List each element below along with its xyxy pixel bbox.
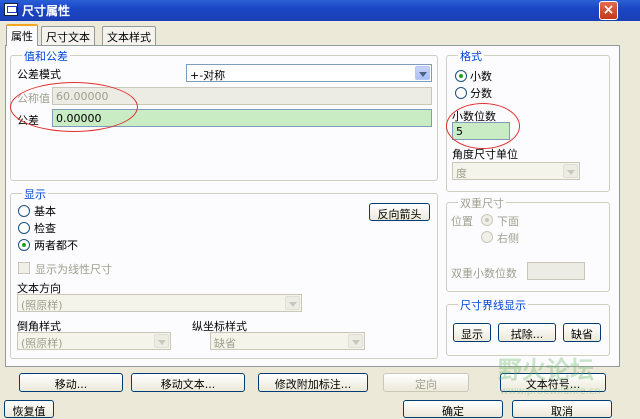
- move-text-button[interactable]: 移动文本...: [131, 373, 245, 392]
- chevron-down-icon[interactable]: [415, 66, 430, 80]
- restore-values-button[interactable]: 恢复值: [4, 400, 54, 418]
- move-button[interactable]: 移动...: [19, 373, 123, 392]
- chevron-down-icon: [154, 334, 169, 348]
- display-legend: 显示: [22, 186, 48, 202]
- angle-unit-select[interactable]: 度: [452, 162, 580, 180]
- fraction-radio[interactable]: [455, 87, 467, 99]
- neither-radio[interactable]: [18, 239, 30, 251]
- watermark-logo-text: 野火论坛: [498, 356, 594, 384]
- tab-properties[interactable]: 属性: [6, 24, 38, 46]
- decimal-radio[interactable]: [455, 70, 467, 82]
- watermark-url: www.proewildfire.cn: [500, 386, 601, 397]
- chamfer-style-value: (照原样): [21, 337, 63, 350]
- nominal-input[interactable]: 60.00000: [52, 87, 432, 105]
- decimal-places-input[interactable]: 5: [452, 122, 510, 140]
- decimal-label: 小数: [470, 70, 492, 83]
- check-radio[interactable]: [18, 222, 30, 234]
- fraction-label: 分数: [470, 87, 492, 100]
- tolerance-mode-label: 公差模式: [17, 68, 61, 81]
- linear-checkbox[interactable]: [18, 262, 30, 274]
- angle-unit-value: 度: [456, 167, 467, 180]
- close-button[interactable]: ×: [599, 1, 618, 20]
- window-icon: [4, 3, 18, 16]
- witness-erase-button[interactable]: 拭除...: [498, 323, 556, 342]
- chevron-down-icon: [285, 296, 300, 310]
- tolerance-input[interactable]: 0.00000: [52, 109, 432, 127]
- right-radio[interactable]: [481, 231, 493, 243]
- chamfer-style-select[interactable]: (照原样): [17, 332, 171, 350]
- dual-places-label: 双重小数位数: [451, 267, 517, 280]
- dual-dimension-legend: 双重尺寸: [458, 195, 506, 211]
- basic-label: 基本: [34, 205, 56, 218]
- window-title: 尺寸属性: [22, 4, 71, 18]
- cancel-button[interactable]: 取消: [512, 400, 612, 418]
- text-direction-value: (照原样): [21, 299, 63, 312]
- angle-unit-label: 角度尺寸单位: [452, 148, 518, 161]
- tolerance-mode-select[interactable]: +-对称: [186, 64, 432, 82]
- ok-button[interactable]: 确定: [403, 400, 503, 418]
- witness-default-button[interactable]: 缺省: [563, 323, 601, 342]
- ordinate-style-value: 缺省: [214, 337, 236, 350]
- chevron-down-icon: [563, 164, 578, 178]
- orient-button[interactable]: 定向: [383, 373, 469, 392]
- tab-text-style[interactable]: 文本样式: [102, 26, 156, 45]
- neither-label: 两者都不: [34, 239, 78, 252]
- dual-position-label: 位置: [451, 215, 473, 228]
- dual-places-input[interactable]: [527, 262, 585, 280]
- below-label: 下面: [497, 215, 519, 228]
- below-radio[interactable]: [481, 214, 493, 226]
- tolerance-legend: 值和公差: [22, 48, 70, 64]
- tolerance-label: 公差: [17, 114, 39, 127]
- witness-line-legend: 尺寸界线显示: [458, 297, 528, 313]
- format-legend: 格式: [458, 48, 484, 64]
- witness-show-button[interactable]: 显示: [453, 323, 491, 342]
- linear-checkbox-label: 显示为线性尺寸: [35, 263, 112, 276]
- check-label: 检查: [34, 222, 56, 235]
- ordinate-style-select[interactable]: 缺省: [210, 332, 365, 350]
- basic-radio[interactable]: [18, 205, 30, 217]
- right-label: 右侧: [497, 232, 519, 245]
- nominal-label: 公称值: [17, 92, 50, 105]
- text-direction-select[interactable]: (照原样): [17, 294, 302, 312]
- reverse-arrow-button[interactable]: 反向箭头: [369, 203, 430, 221]
- tolerance-mode-value: +-对称: [190, 69, 226, 82]
- title-bar: 尺寸属性 ×: [0, 0, 640, 21]
- tab-dimension-text[interactable]: 尺寸文本: [41, 26, 95, 45]
- chevron-down-icon: [348, 334, 363, 348]
- modify-note-button[interactable]: 修改附加标注...: [258, 373, 368, 392]
